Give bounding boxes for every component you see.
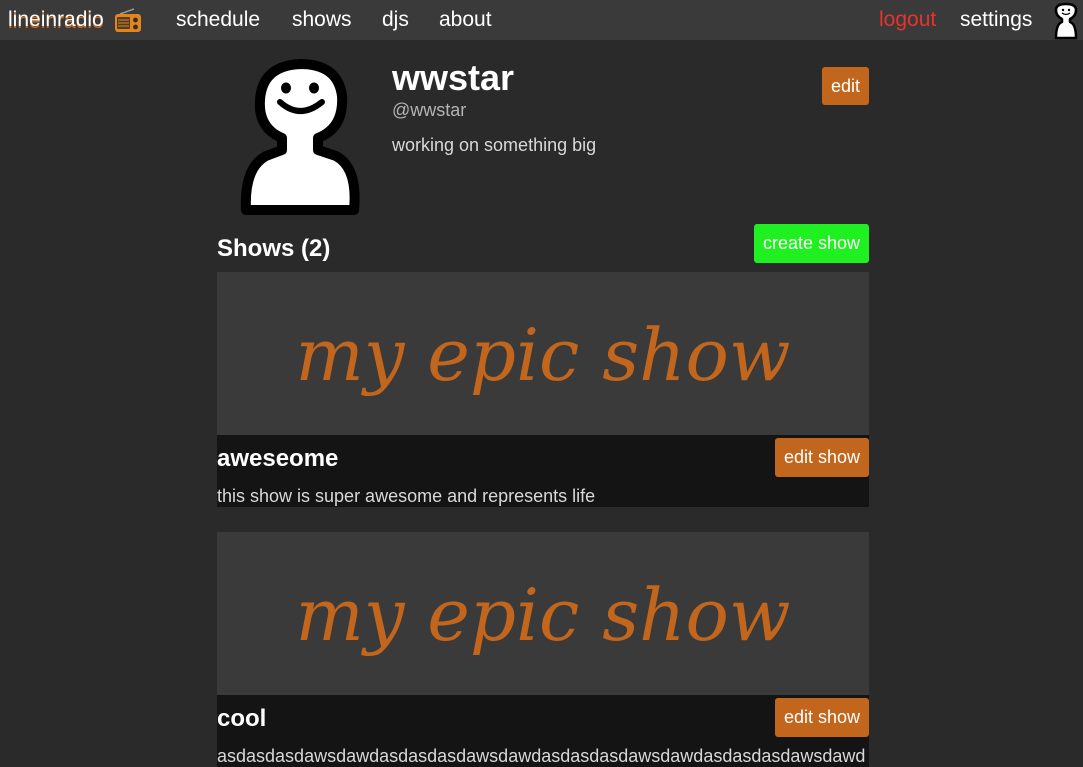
show-title[interactable]: aweseome (217, 445, 338, 473)
edit-show-button[interactable]: edit show (775, 698, 869, 737)
nav-avatar-icon[interactable] (1052, 2, 1080, 40)
show-banner[interactable]: my epic show (217, 532, 869, 695)
profile-avatar (240, 59, 360, 215)
nav-link-shows[interactable]: shows (292, 8, 352, 32)
show-description: asdasdasdawsdawdasdasdasdawsdawdasdasdas… (217, 746, 866, 766)
show-title[interactable]: cool (217, 705, 266, 733)
nav-link-about[interactable]: about (439, 8, 492, 32)
profile-handle: @wwstar (392, 100, 467, 120)
nav-link-schedule[interactable]: schedule (176, 8, 260, 32)
show-info: cool edit show asdasdasdawsdawdasdasdasd… (217, 695, 869, 767)
nav-link-djs[interactable]: djs (382, 8, 409, 32)
settings-link[interactable]: settings (960, 8, 1032, 32)
show-banner-image: my epic show (295, 573, 790, 657)
profile-bio: working on something big (392, 135, 597, 155)
create-show-button[interactable]: create show (754, 224, 869, 263)
edit-show-button[interactable]: edit show (775, 438, 869, 477)
logout-link[interactable]: logout (879, 8, 936, 32)
edit-profile-button[interactable]: edit (822, 67, 869, 105)
top-navbar: lineinradio schedule shows djs about log… (0, 0, 1083, 40)
brand-link[interactable]: lineinradio (8, 8, 104, 32)
show-banner-text: my epic show (295, 313, 790, 397)
radio-icon (115, 8, 141, 32)
shows-heading: Shows (2) (217, 235, 331, 262)
show-description: this show is super awesome and represent… (217, 486, 596, 506)
show-banner[interactable]: my epic show (217, 272, 869, 435)
show-banner-image: my epic show (295, 313, 790, 397)
show-banner-text: my epic show (295, 573, 790, 657)
show-info: aweseome edit show this show is super aw… (217, 435, 869, 507)
profile-username: wwstar (392, 57, 515, 98)
